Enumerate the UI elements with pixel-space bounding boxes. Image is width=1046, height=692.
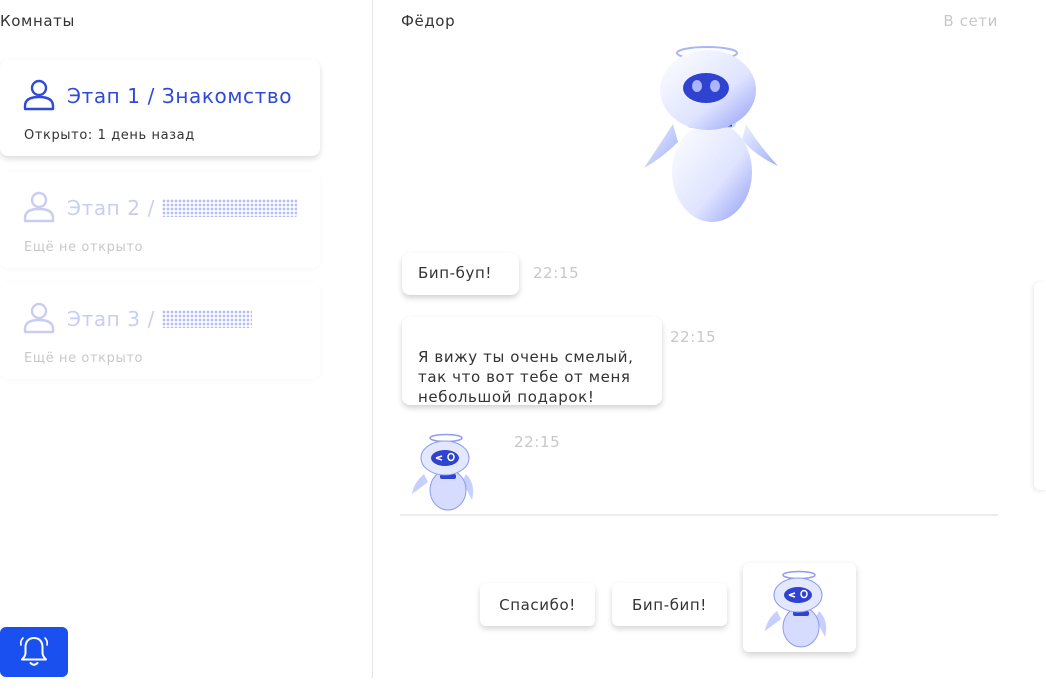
rooms-sidebar: Комнаты Этап 1 / Знакомство Открыто: 1 д… xyxy=(0,0,373,678)
room-status: Ещё не открыто xyxy=(24,351,144,366)
user-icon xyxy=(23,302,55,334)
room-name: Этап 1 / Знакомство xyxy=(67,84,293,108)
quick-reply-button[interactable]: Бип-бип! xyxy=(612,583,727,626)
room-name: Этап 2 / xyxy=(67,196,297,220)
room-card-stage-2[interactable]: Этап 2 / Ещё не открыто xyxy=(0,172,320,268)
side-panel-edge[interactable] xyxy=(1034,282,1046,490)
chat-panel: Фёдор В сети Бип-буп! 22:15 Я вижу ты оч… xyxy=(374,0,1046,692)
room-name: Этап 3 / xyxy=(67,307,252,331)
hidden-name-placeholder xyxy=(161,199,297,217)
message-time: 22:15 xyxy=(670,328,717,346)
message-time: 22:15 xyxy=(514,433,561,451)
room-card-stage-3[interactable]: Этап 3 / Ещё не открыто xyxy=(0,283,320,379)
robot-sticker xyxy=(765,570,827,648)
user-icon xyxy=(23,79,55,111)
sticker-reply-button[interactable] xyxy=(743,563,856,652)
hidden-name-placeholder xyxy=(161,310,252,328)
contact-status: В сети xyxy=(943,12,998,30)
room-card-stage-1[interactable]: Этап 1 / Знакомство Открыто: 1 день наза… xyxy=(0,60,320,156)
sidebar-title: Комнаты xyxy=(0,12,75,30)
user-icon xyxy=(23,191,55,223)
robot-avatar xyxy=(644,46,778,222)
robot-sticker xyxy=(412,433,474,511)
notifications-button[interactable] xyxy=(0,627,68,677)
room-status: Открыто: 1 день назад xyxy=(24,128,195,143)
message-bubble: Я вижу ты очень смелый, так что вот тебе… xyxy=(402,317,662,406)
bell-icon xyxy=(19,637,49,666)
message-bubble: Бип-буп! xyxy=(402,253,519,295)
room-status: Ещё не открыто xyxy=(24,240,144,255)
contact-name: Фёдор xyxy=(401,12,456,30)
message-time: 22:15 xyxy=(533,264,580,282)
quick-reply-button[interactable]: Спасибо! xyxy=(480,583,595,626)
message-text: Бип-буп! xyxy=(418,264,493,282)
message-text: Я вижу ты очень смелый, так что вот тебе… xyxy=(418,348,634,406)
chat-divider xyxy=(400,514,998,516)
